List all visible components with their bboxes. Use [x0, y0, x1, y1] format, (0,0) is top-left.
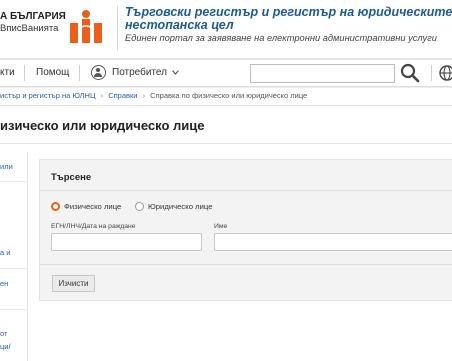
breadcrumb-separator-icon: › [142, 91, 146, 100]
agency-logo-icon[interactable] [68, 9, 104, 45]
site-header: А БЪЛГАРИЯ ВписВанията Търговски регистъ… [0, 0, 452, 58]
search-panel: Търсене Физическо лице Юридическо лице Е… [39, 159, 452, 301]
clear-button[interactable]: Изчисти [52, 275, 95, 292]
sidebar-item[interactable]: ен [0, 279, 27, 289]
search-icon[interactable] [399, 63, 421, 83]
radio-physical-person-label[interactable]: Физическо лице [64, 202, 121, 211]
breadcrumb: истър и регистър на ЮЛНЦ › Справки › Спр… [0, 91, 307, 103]
radio-legal-entity[interactable] [135, 202, 144, 211]
breadcrumb-registry-link[interactable]: истър и регистър на ЮЛНЦ [0, 91, 96, 100]
sidebar-divider [0, 181, 26, 182]
breadcrumb-separator-icon: › [100, 91, 104, 100]
search-panel-header: Търсене [40, 160, 452, 191]
sidebar-item[interactable]: или [0, 162, 27, 172]
user-menu-label: Потребител [112, 67, 167, 78]
egn-field-label: ЕГН/ЛНЧ/Дата на раждане [51, 223, 136, 230]
logo-line1: А БЪЛГАРИЯ [0, 11, 66, 22]
breadcrumb-current: Справка по физическо или юридическо лице [150, 91, 308, 100]
page-title: изическо или юридическо лице [0, 118, 205, 133]
user-circle-icon[interactable] [91, 65, 106, 80]
nav-separator [79, 65, 80, 81]
name-field[interactable] [214, 233, 452, 251]
sidebar: или а и ен от ци/ [0, 152, 27, 361]
site-subtitle: Единен портал за заявяване на електронни… [125, 33, 437, 43]
globe-icon[interactable] [439, 65, 452, 81]
sidebar-divider [0, 309, 26, 310]
name-field-label: Име [214, 223, 228, 230]
sidebar-item[interactable]: от [0, 329, 27, 339]
breadcrumb-bottom-line [0, 105, 452, 106]
top-nav: кти Помощ Потребител [0, 60, 452, 87]
site-title: Търговски регистър и регистър на юридиче… [125, 5, 452, 32]
nav-item-services[interactable]: кти [0, 67, 15, 78]
nav-item-help[interactable]: Помощ [36, 67, 69, 78]
sidebar-item[interactable]: ци/ [0, 342, 27, 352]
nav-separator [24, 65, 25, 81]
sidebar-border [27, 152, 28, 361]
search-panel-divider [40, 264, 452, 265]
agency-logo-text[interactable]: А БЪЛГАРИЯ ВписВанията [0, 11, 66, 35]
search-input[interactable] [250, 64, 395, 83]
sidebar-divider [0, 268, 26, 269]
radio-physical-person[interactable] [51, 202, 60, 211]
logo-line2: ВписВанията [0, 23, 59, 34]
nav-user-menu[interactable]: Потребител [112, 67, 179, 78]
title-divider [0, 143, 452, 144]
radio-legal-entity-label[interactable]: Юридическо лице [148, 202, 212, 211]
header-divider [117, 6, 118, 50]
search-panel-title: Търсене [51, 172, 92, 183]
breadcrumb-top-line [0, 87, 452, 88]
nav-separator [431, 65, 432, 81]
chevron-down-icon [171, 70, 179, 75]
sidebar-item[interactable]: а и [0, 248, 27, 258]
breadcrumb-reports-link[interactable]: Справки [108, 91, 137, 100]
egn-field[interactable] [51, 233, 202, 251]
